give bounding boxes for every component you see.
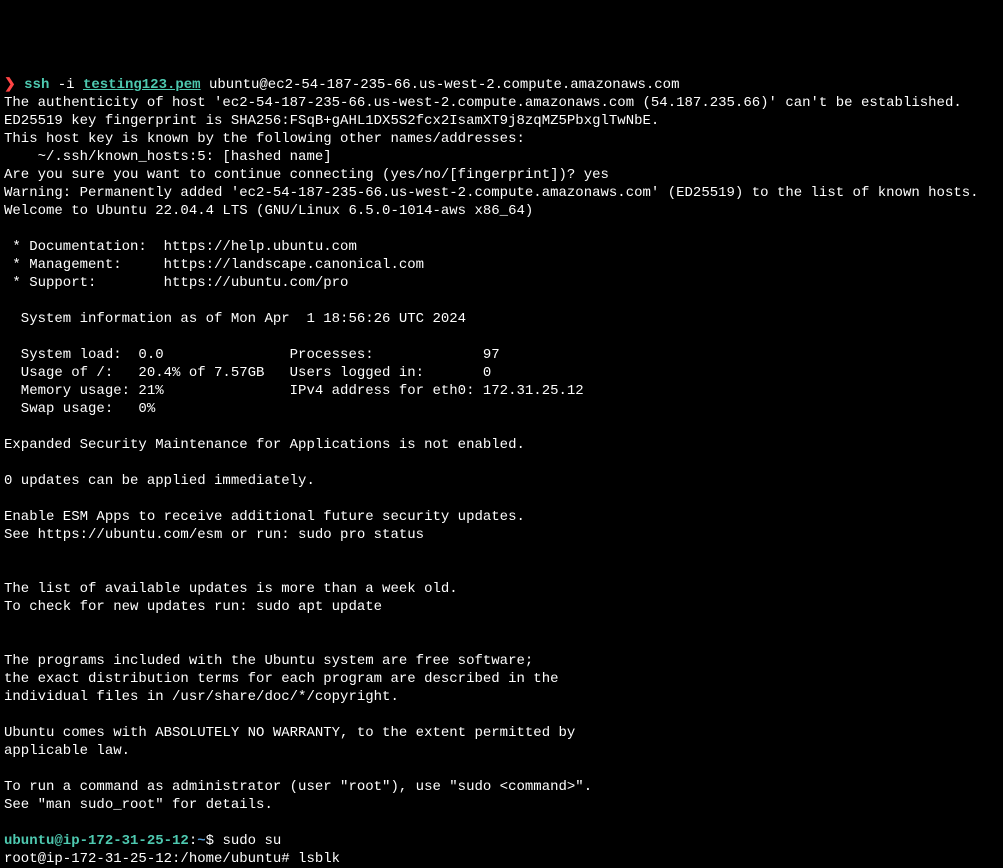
prompt-dollar: $ xyxy=(206,833,223,849)
output-line: System information as of Mon Apr 1 18:56… xyxy=(4,311,466,327)
prompt-path: ~ xyxy=(197,833,205,849)
output-line: Are you sure you want to continue connec… xyxy=(4,167,609,183)
prompt-arrow-icon: ❯ xyxy=(4,77,16,93)
output-line: The authenticity of host 'ec2-54-187-235… xyxy=(4,95,962,111)
prompt-user-host: ubuntu@ip-172-31-25-12 xyxy=(4,833,189,849)
output-line: ED25519 key fingerprint is SHA256:FSqB+g… xyxy=(4,113,659,129)
output-line: Enable ESM Apps to receive additional fu… xyxy=(4,509,525,525)
output-line: * Management: https://landscape.canonica… xyxy=(4,257,424,273)
output-line: See "man sudo_root" for details. xyxy=(4,797,273,813)
output-line: To run a command as administrator (user … xyxy=(4,779,592,795)
output-line: ~/.ssh/known_hosts:5: [hashed name] xyxy=(4,149,332,165)
prompt-colon: : xyxy=(189,833,197,849)
output-line: Swap usage: 0% xyxy=(4,401,155,417)
output-line: Welcome to Ubuntu 22.04.4 LTS (GNU/Linux… xyxy=(4,203,533,219)
output-line: 0 updates can be applied immediately. xyxy=(4,473,315,489)
output-line: Usage of /: 20.4% of 7.57GB Users logged… xyxy=(4,365,491,381)
output-line: Ubuntu comes with ABSOLUTELY NO WARRANTY… xyxy=(4,725,575,741)
terminal-output: ❯ ssh -i testing123.pem ubuntu@ec2-54-18… xyxy=(4,77,979,867)
output-line: * Documentation: https://help.ubuntu.com xyxy=(4,239,357,255)
output-line: To check for new updates run: sudo apt u… xyxy=(4,599,382,615)
output-line: Expanded Security Maintenance for Applic… xyxy=(4,437,525,453)
output-line: The programs included with the Ubuntu sy… xyxy=(4,653,533,669)
root-prompt-line[interactable]: root@ip-172-31-25-12:/home/ubuntu# lsblk xyxy=(4,851,340,867)
output-line: * Support: https://ubuntu.com/pro xyxy=(4,275,348,291)
ssh-target: ubuntu@ec2-54-187-235-66.us-west-2.compu… xyxy=(201,77,680,93)
output-line: The list of available updates is more th… xyxy=(4,581,458,597)
sudo-command: sudo su xyxy=(222,833,281,849)
output-line: the exact distribution terms for each pr… xyxy=(4,671,559,687)
output-line: individual files in /usr/share/doc/*/cop… xyxy=(4,689,399,705)
pem-file: testing123.pem xyxy=(83,77,201,93)
output-line: applicable law. xyxy=(4,743,130,759)
output-line: This host key is known by the following … xyxy=(4,131,525,147)
output-line: Memory usage: 21% IPv4 address for eth0:… xyxy=(4,383,584,399)
output-line: See https://ubuntu.com/esm or run: sudo … xyxy=(4,527,424,543)
ssh-command: ssh xyxy=(24,77,49,93)
output-line: System load: 0.0 Processes: 97 xyxy=(4,347,500,363)
output-line: Warning: Permanently added 'ec2-54-187-2… xyxy=(4,185,979,201)
ssh-flag: -i xyxy=(49,77,83,93)
